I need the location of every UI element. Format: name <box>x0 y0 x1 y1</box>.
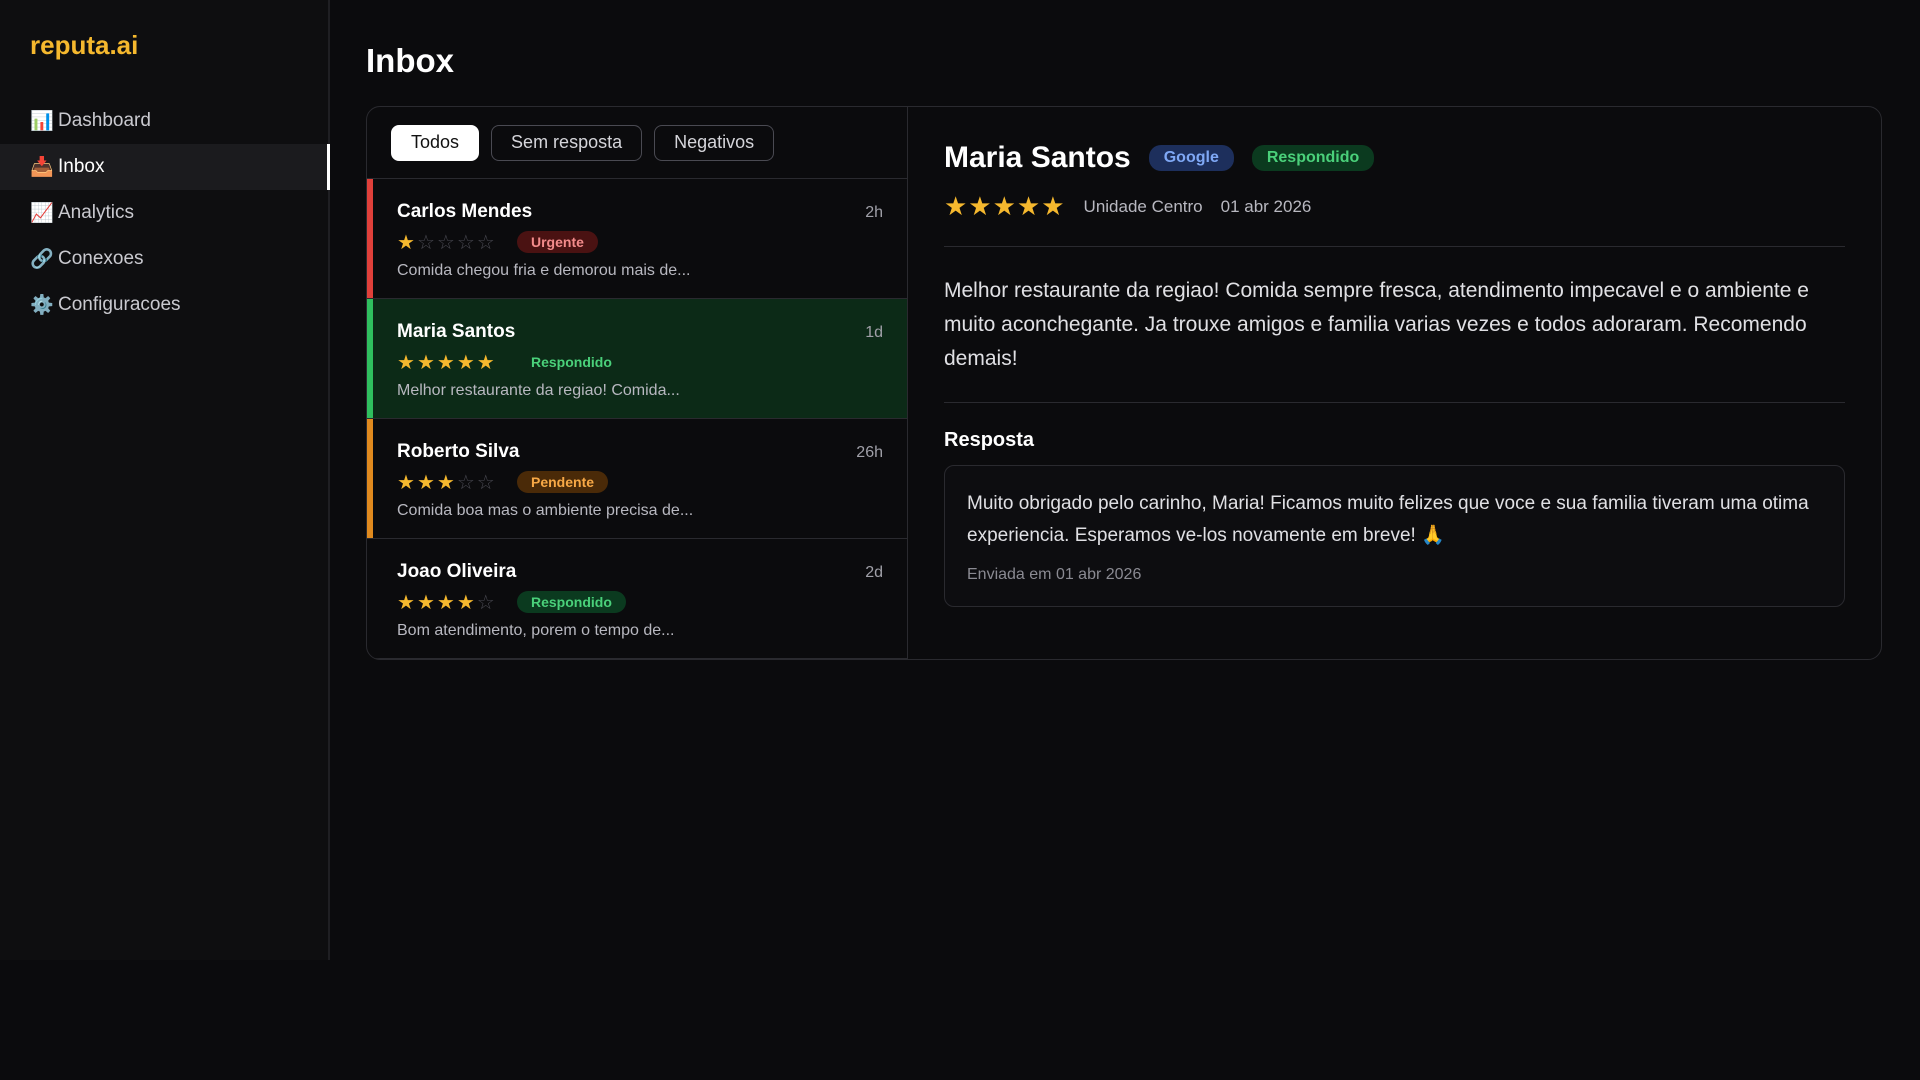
review-list-item[interactable]: Carlos Mendes 2h ★ ☆ ☆ ☆ ☆ Urgente Comida chegou… <box>367 179 907 299</box>
filter-tabs: Todos Sem resposta Negativos <box>367 107 907 179</box>
review-item-header: Joao Oliveira 2d <box>397 561 883 583</box>
sidebar-item-label: Inbox <box>58 156 105 177</box>
tab-todos[interactable]: Todos <box>391 124 480 161</box>
star-filled-icon: ★ <box>397 351 417 374</box>
response-sent-date: Enviada em 01 abr 2026 <box>967 566 1142 583</box>
star-empty-icon: ☆ <box>416 231 437 254</box>
review-list-item[interactable]: Joao Oliveira 2d ★ ★ ★ ★ ☆ Respondido Bom atendi… <box>367 539 907 659</box>
status-indicator-bar <box>367 179 373 298</box>
reviewer-name: Joao Oliveira <box>397 561 517 582</box>
rating-stars: ★ ☆ ☆ ☆ ☆ <box>397 230 517 255</box>
star-filled-icon: ★ <box>416 351 437 374</box>
detail-header: Maria Santos Google Respondido <box>944 141 1845 175</box>
review-item-header: Carlos Mendes 2h <box>397 201 883 223</box>
inbox-tray-icon: 📥 <box>30 157 54 178</box>
review-time: 2d <box>865 564 883 581</box>
divider <box>944 402 1845 403</box>
inbox-panel: Todos Sem resposta Negativos Carlos Mendes… <box>366 106 1882 660</box>
status-badge: Respondido <box>517 591 626 613</box>
rating-stars: ★★★★★ <box>397 350 517 375</box>
star-filled-icon: ★ <box>456 351 477 374</box>
reviewer-name: Maria Santos <box>397 321 516 342</box>
sidebar-item-label: Configuracoes <box>58 294 181 315</box>
sidebar-nav: 📊 Dashboard 📥 Inbox 📈 Analytics 🔗 Conexoes ⚙️ Con… <box>0 98 330 328</box>
star-filled-icon: ★ <box>436 351 457 374</box>
status-badge: Urgente <box>517 231 598 253</box>
location-label: Unidade Centro <box>1083 196 1203 216</box>
sidebar-item-dashboard[interactable]: 📊 Dashboard <box>0 98 330 144</box>
bar-chart-icon: 📊 <box>30 111 54 132</box>
sidebar-item-inbox[interactable]: 📥 Inbox <box>0 144 330 190</box>
app-root: reputa.ai 📊 Dashboard 📥 Inbox 📈 Analytics 🔗 Con… <box>0 0 1920 1080</box>
sidebar-item-label: Dashboard <box>58 110 151 131</box>
review-preview: Comida boa mas o ambiente precisa de... <box>397 502 694 519</box>
rating-stars: ★ ★ ★ ★ ☆ <box>397 590 517 615</box>
review-item-header: Roberto Silva 26h <box>397 441 883 463</box>
review-item-header: Maria Santos 1d <box>397 321 883 343</box>
reviewer-name: Maria Santos <box>944 141 1131 174</box>
status-badge: Pendente <box>517 471 609 493</box>
link-icon: 🔗 <box>30 249 54 270</box>
response-text: Muito obrigado pelo carinho, Maria! Fica… <box>967 493 1809 546</box>
star-empty-icon: ☆ <box>476 591 497 614</box>
review-item-meta: ★ ★ ★ ☆ ☆ Pendente <box>397 470 883 494</box>
review-date: 01 abr 2026 <box>1220 196 1312 216</box>
star-filled-icon: ★ <box>397 471 417 494</box>
trend-chart-icon: 📈 <box>30 203 54 224</box>
star-empty-icon: ☆ <box>476 231 497 254</box>
review-list-item[interactable]: Roberto Silva 26h ★ ★ ★ ☆ ☆ Pendente Comida boa … <box>367 419 907 539</box>
star-filled-icon: ★ <box>397 591 417 614</box>
star-empty-icon: ☆ <box>476 471 497 494</box>
review-time: 26h <box>856 444 883 461</box>
sidebar-item-label: Conexoes <box>58 248 144 269</box>
sidebar-item-analytics[interactable]: 📈 Analytics <box>0 190 330 236</box>
sidebar: reputa.ai 📊 Dashboard 📥 Inbox 📈 Analytics 🔗 Con… <box>0 0 330 960</box>
review-preview: Melhor restaurante da regiao! Comida... <box>397 382 680 399</box>
star-empty-icon: ☆ <box>456 231 477 254</box>
status-badge: Respondido <box>1251 145 1375 171</box>
status-badge: Respondido <box>531 354 612 370</box>
source-badge: Google <box>1148 145 1234 171</box>
divider <box>944 246 1845 247</box>
review-list: Carlos Mendes 2h ★ ☆ ☆ ☆ ☆ Urgente Comida chegou… <box>367 179 907 659</box>
status-indicator-bar <box>367 299 373 418</box>
tab-sem-resposta[interactable]: Sem resposta <box>491 124 643 161</box>
review-item-meta: ★ ★ ★ ★ ★ Respondido <box>397 350 883 374</box>
star-filled-icon: ★ <box>397 231 417 254</box>
review-detail: Maria Santos Google Respondido ★★★★★ Uni… <box>908 107 1881 659</box>
page-title: Inbox <box>366 42 454 79</box>
review-item-meta: ★ ☆ ☆ ☆ ☆ Urgente <box>397 230 883 254</box>
response-title: Resposta <box>944 429 1035 451</box>
sidebar-item-conexoes[interactable]: 🔗 Conexoes <box>0 236 330 282</box>
sidebar-item-configuracoes[interactable]: ⚙️ Configuracoes <box>0 282 330 328</box>
review-time: 1d <box>865 324 883 341</box>
star-filled-icon: ★ <box>476 351 497 374</box>
review-text: Melhor restaurante da regiao! Comida sem… <box>944 279 1809 370</box>
star-empty-icon: ☆ <box>456 471 477 494</box>
reviewer-name: Carlos Mendes <box>397 201 533 222</box>
review-list-item[interactable]: Maria Santos 1d ★ ★ ★ ★ ★ Respondido Melhor rest… <box>367 299 907 419</box>
review-item-meta: ★ ★ ★ ★ ☆ Respondido <box>397 590 883 614</box>
star-filled-icon: ★ <box>416 471 437 494</box>
reviewer-name: Roberto Silva <box>397 441 520 462</box>
status-indicator-bar <box>367 419 373 538</box>
response-box: Muito obrigado pelo carinho, Maria! Fica… <box>944 465 1845 607</box>
star-filled-icon: ★ <box>436 471 457 494</box>
star-filled-icon: ★ <box>416 591 437 614</box>
review-preview: Bom atendimento, porem o tempo de... <box>397 622 675 639</box>
tab-negativos[interactable]: Negativos <box>654 124 775 161</box>
review-time: 2h <box>865 204 883 221</box>
sidebar-item-label: Analytics <box>58 202 135 223</box>
star-filled-icon: ★ <box>436 591 457 614</box>
star-filled-icon: ★ <box>456 591 477 614</box>
detail-meta: ★★★★★ Unidade Centro 01 abr 2026 <box>944 191 1845 222</box>
star-empty-icon: ☆ <box>436 231 457 254</box>
review-list-pane: Todos Sem resposta Negativos Carlos Mendes… <box>367 107 908 659</box>
rating-stars: ★★★★★ <box>944 191 1066 221</box>
rating-stars: ★ ★ ★ ☆ ☆ <box>397 470 517 495</box>
gear-icon: ⚙️ <box>30 295 54 316</box>
brand-logo[interactable]: reputa.ai <box>30 30 138 61</box>
review-preview: Comida chegou fria e demorou mais de... <box>397 262 691 279</box>
